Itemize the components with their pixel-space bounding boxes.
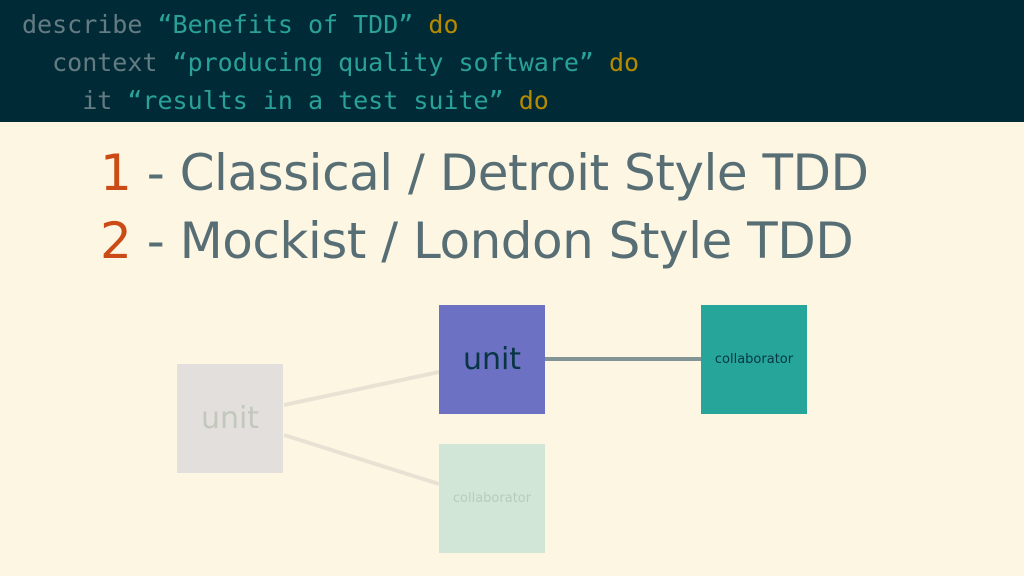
headline-text: - Classical / Detroit Style TDD <box>131 144 869 202</box>
code-keyword: it <box>22 86 128 115</box>
ghost-collaborator-box: collaborator <box>439 444 545 553</box>
headline-classical: 1 - Classical / Detroit Style TDD <box>100 143 869 203</box>
ghost-unit-box: unit <box>177 364 283 473</box>
code-do: do <box>503 86 549 115</box>
code-keyword: describe <box>22 10 158 39</box>
diagram: unit collaborator unit collaborator <box>0 290 1024 576</box>
headline-text: - Mockist / London Style TDD <box>131 212 854 270</box>
code-string: “producing quality software” <box>172 48 594 77</box>
ghost-link-collaborator <box>283 433 440 486</box>
headline-number: 1 <box>100 144 132 202</box>
code-keyword: context <box>22 48 173 77</box>
code-header: describe “Benefits of TDD” do context “p… <box>0 0 1024 122</box>
code-string: “results in a test suite” <box>127 86 504 115</box>
unit-box: unit <box>439 305 545 414</box>
code-line-it: it “results in a test suite” do <box>22 86 549 116</box>
collaborator-box: collaborator <box>701 305 807 414</box>
headline-mockist: 2 - Mockist / London Style TDD <box>100 211 854 271</box>
code-do: do <box>593 48 640 77</box>
code-string: “Benefits of TDD” <box>157 10 414 39</box>
code-line-context: context “producing quality software” do <box>22 48 639 78</box>
headline-number: 2 <box>100 212 132 270</box>
ghost-link-unit <box>283 370 440 407</box>
code-do: do <box>413 10 459 39</box>
code-line-describe: describe “Benefits of TDD” do <box>22 10 459 40</box>
